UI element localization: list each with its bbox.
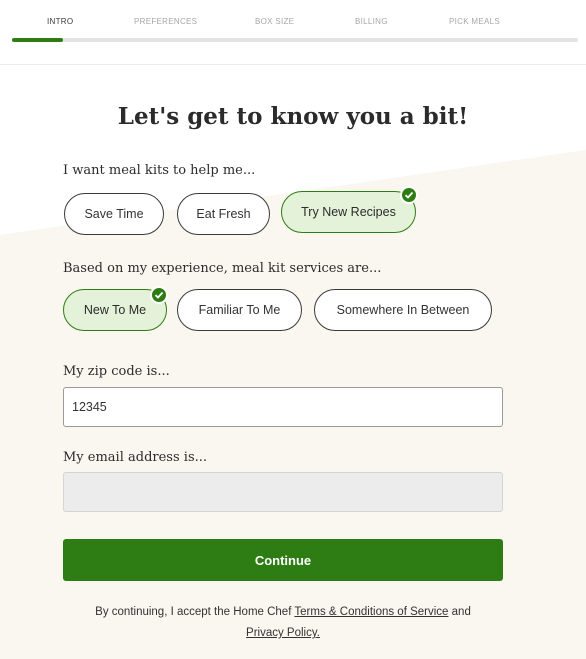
legal-and: and (451, 606, 471, 618)
option-label: Eat Fresh (196, 207, 251, 221)
zip-code-input[interactable] (63, 387, 503, 427)
zip-label: My zip code is... (63, 364, 170, 379)
page-title: Let's get to know you a bit! (117, 103, 469, 130)
option-label: Try New Recipes (301, 205, 396, 219)
step-billing[interactable]: BILLING (355, 17, 388, 26)
option-eat-fresh[interactable]: Eat Fresh (177, 193, 270, 235)
check-icon (400, 186, 418, 204)
email-label: My email address is... (63, 450, 208, 465)
option-label: Save Time (84, 207, 144, 221)
email-input[interactable] (63, 472, 503, 512)
terms-link[interactable]: Terms & Conditions of Service (294, 606, 448, 618)
privacy-link[interactable]: Privacy Policy. (246, 627, 320, 639)
option-label: Somewhere In Between (336, 303, 470, 317)
option-somewhere-in-between[interactable]: Somewhere In Between (314, 289, 492, 331)
option-familiar-to-me[interactable]: Familiar To Me (177, 289, 302, 331)
progress-steps: INTRO PREFERENCES BOX SIZE BILLING PICK … (0, 0, 586, 65)
progress-track (12, 38, 578, 42)
option-label: Familiar To Me (198, 303, 281, 317)
check-icon (150, 286, 168, 304)
step-pick-meals[interactable]: PICK MEALS (449, 17, 500, 26)
legal-notice: By continuing, I accept the Home Chef Te… (0, 602, 566, 644)
option-new-to-me[interactable]: New To Me (63, 286, 168, 331)
legal-prefix: By continuing, I accept the Home Chef (95, 606, 292, 618)
question-experience-label: Based on my experience, meal kit service… (63, 261, 382, 276)
step-box-size[interactable]: BOX SIZE (255, 17, 294, 26)
continue-button[interactable]: Continue (63, 539, 503, 581)
option-try-new-recipes[interactable]: Try New Recipes (281, 186, 418, 233)
step-intro[interactable]: INTRO (47, 17, 73, 26)
option-label: New To Me (83, 303, 147, 317)
question-goals-label: I want meal kits to help me... (63, 163, 256, 178)
step-preferences[interactable]: PREFERENCES (134, 17, 197, 26)
option-save-time[interactable]: Save Time (64, 193, 164, 235)
progress-fill (12, 38, 63, 42)
